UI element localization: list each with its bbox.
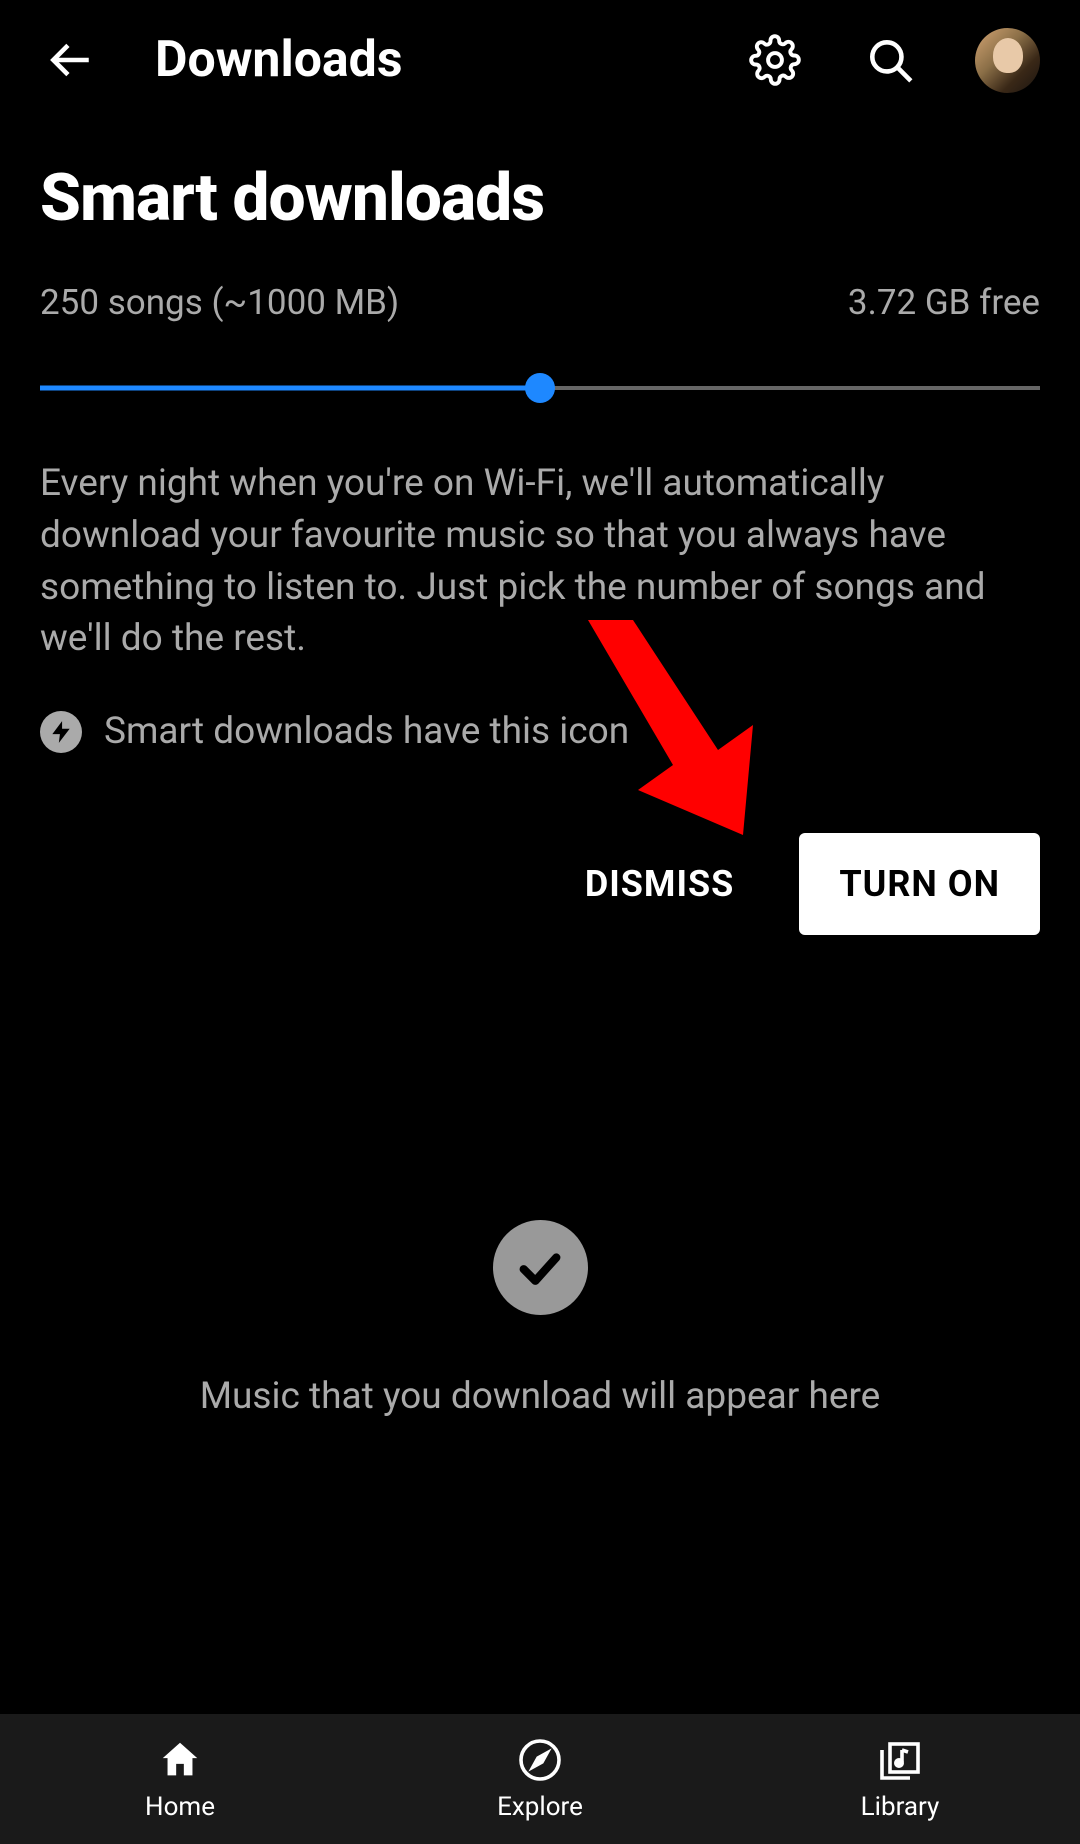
page-title: Downloads [155,31,745,89]
back-arrow-icon [45,35,95,85]
empty-state-badge [493,1220,588,1315]
bolt-icon [48,719,74,745]
smart-download-badge [40,711,82,753]
slider-fill [40,386,540,391]
nav-home[interactable]: Home [0,1736,360,1822]
smart-downloads-description: Every night when you're on Wi-Fi, we'll … [40,458,1040,665]
smart-downloads-heading: Smart downloads [40,160,1040,237]
free-space: 3.72 GB free [848,282,1040,323]
smart-downloads-card: Smart downloads 250 songs (~1000 MB) 3.7… [0,120,1080,975]
songs-slider[interactable] [40,373,1040,403]
dismiss-button[interactable]: DISMISS [575,838,744,930]
gear-icon [749,34,801,86]
storage-info-row: 250 songs (~1000 MB) 3.72 GB free [40,282,1040,323]
nav-home-label: Home [145,1792,215,1822]
nav-library[interactable]: Library [720,1736,1080,1822]
empty-state-text: Music that you download will appear here [200,1375,881,1418]
search-button[interactable] [860,30,920,90]
back-button[interactable] [40,30,100,90]
empty-state: Music that you download will appear here [0,1220,1080,1418]
compass-icon [516,1736,564,1784]
search-icon [865,35,915,85]
action-row: DISMISS TURN ON [40,833,1040,935]
check-icon [512,1240,568,1296]
bottom-nav: Home Explore Library [0,1714,1080,1844]
topbar-actions [745,28,1040,93]
library-icon [876,1736,924,1784]
nav-library-label: Library [861,1792,940,1822]
nav-explore[interactable]: Explore [360,1736,720,1822]
songs-info: 250 songs (~1000 MB) [40,282,399,323]
settings-button[interactable] [745,30,805,90]
icon-info-row: Smart downloads have this icon [40,710,1040,753]
icon-note-text: Smart downloads have this icon [104,710,629,753]
avatar[interactable] [975,28,1040,93]
top-app-bar: Downloads [0,0,1080,120]
turn-on-button[interactable]: TURN ON [799,833,1040,935]
nav-explore-label: Explore [497,1792,583,1822]
home-icon [157,1737,203,1783]
slider-thumb[interactable] [525,373,555,403]
